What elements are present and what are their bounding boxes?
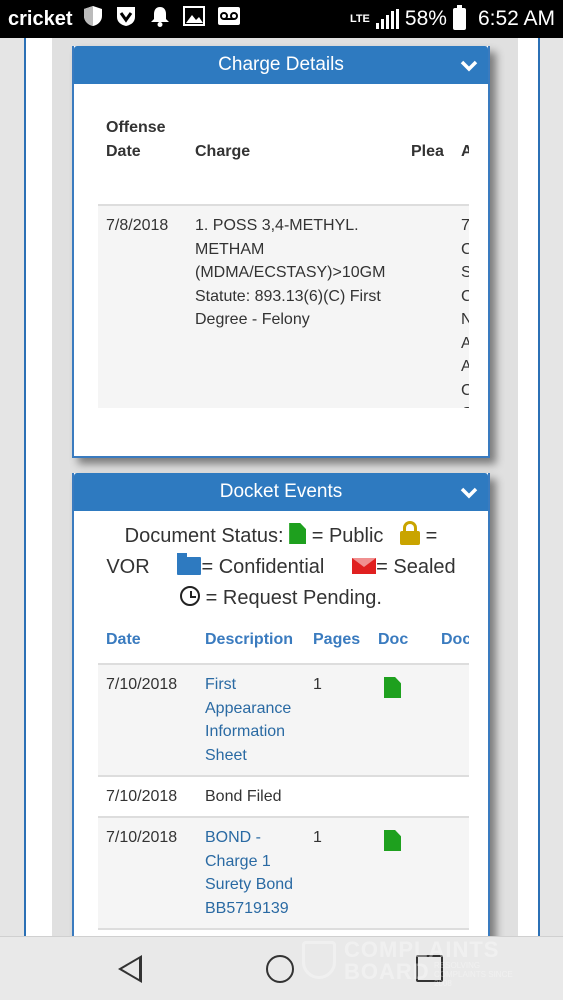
- signal-icon: [375, 9, 399, 29]
- next-column-header: A: [461, 140, 469, 164]
- home-icon[interactable]: [266, 955, 294, 983]
- gallery-icon: [182, 6, 205, 32]
- description-column-header[interactable]: Description: [205, 631, 293, 649]
- web-page[interactable]: Charge Details Offense Date Charge Plea …: [0, 38, 563, 936]
- battery-icon: [452, 5, 466, 30]
- charge-details-header[interactable]: Charge Details: [74, 46, 488, 84]
- cut-off-cell: 7 C S C N A A C C: [461, 214, 469, 408]
- network-type: LTE: [349, 13, 370, 25]
- docket-events-panel: Docket Events Document Status: = Public …: [72, 473, 490, 936]
- event-pages: 1: [313, 676, 322, 693]
- offense-date-cell: 7/8/2018: [106, 217, 169, 234]
- table-row: 7/10/2018 BOND - Charge 1 Surety Bond BB…: [98, 816, 469, 928]
- navigation-bar: COMPLAINTS BOARD RESOLVING COMPLAINTS SI…: [0, 936, 563, 1000]
- shield-icon: [83, 5, 103, 33]
- charge-header: Charge: [195, 143, 251, 160]
- battery-percent: 58%: [404, 7, 447, 30]
- event-date: 7/10/2018: [106, 829, 178, 846]
- document-icon[interactable]: [384, 830, 401, 851]
- plea-header: Plea: [411, 143, 444, 160]
- notification-bell-icon: [149, 5, 171, 33]
- status-bar: cricket LTE 58% 6:52 AM: [0, 0, 563, 38]
- back-icon[interactable]: [118, 955, 142, 983]
- document-icon[interactable]: [384, 677, 401, 698]
- table-row: 7/10/2018 First Appearance Information S…: [98, 663, 469, 775]
- pages-column-header[interactable]: Pages: [313, 631, 360, 649]
- event-date: 7/10/2018: [106, 676, 178, 693]
- status-right: LTE 58% 6:52 AM: [349, 5, 555, 31]
- watermark-logo: COMPLAINTS BOARD RESOLVING COMPLAINTS SI…: [302, 937, 532, 988]
- charge-cell: 1. POSS 3,4-METHYL. METHAM (MDMA/ECSTASY…: [195, 217, 386, 328]
- watermark-shield-icon: [302, 941, 336, 979]
- voicemail-icon: [217, 6, 241, 32]
- event-date: 7/10/2018: [106, 788, 178, 805]
- table-row: 7/10/2018 Bond Filed: [98, 775, 469, 816]
- docket-table-scroll[interactable]: Date Description Pages Doc Doc 7/10/2018…: [98, 473, 469, 936]
- doc-column-header[interactable]: Doc: [378, 631, 408, 649]
- doc2-column-header[interactable]: Doc: [441, 631, 469, 649]
- vpn-icon: [115, 5, 137, 33]
- event-description-link[interactable]: BOND - Charge 1 Surety Bond BB5719139: [205, 826, 293, 920]
- table-divider: [98, 928, 469, 930]
- charge-details-panel: Charge Details Offense Date Charge Plea …: [72, 46, 490, 458]
- chevron-down-icon[interactable]: [460, 46, 478, 84]
- offense-date-header: Offense Date: [106, 119, 166, 160]
- charge-details-title: Charge Details: [218, 54, 344, 75]
- date-column-header[interactable]: Date: [106, 631, 141, 649]
- event-description-link[interactable]: First Appearance Information Sheet: [205, 673, 291, 767]
- event-description: Bond Filed: [205, 788, 282, 805]
- table-row: 7/8/2018 1. POSS 3,4-METHYL. METHAM (MDM…: [98, 204, 469, 408]
- event-pages: 1: [313, 829, 322, 846]
- clock-time: 6:52 AM: [477, 7, 555, 30]
- charge-table-scroll[interactable]: Offense Date Charge Plea A 7/8/2018 1. P…: [98, 116, 469, 408]
- carrier-label: cricket: [8, 7, 73, 30]
